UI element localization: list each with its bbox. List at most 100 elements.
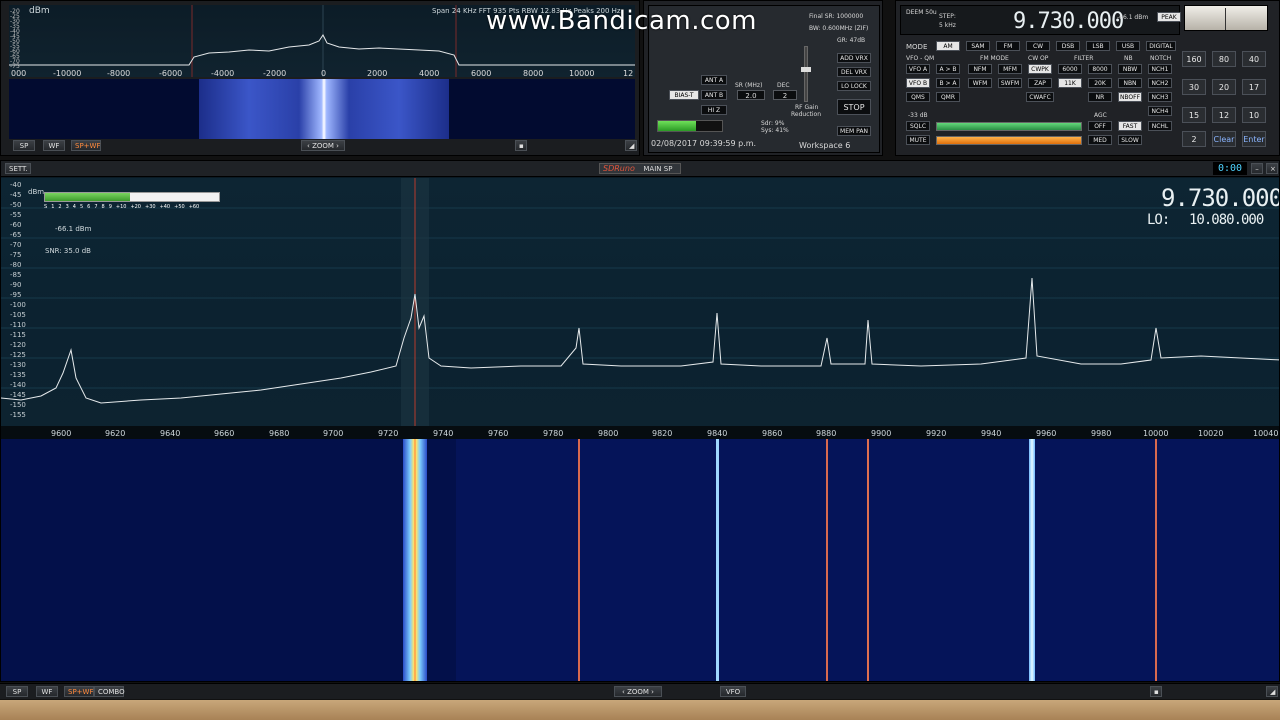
mfm-button[interactable]: MFM — [998, 64, 1022, 74]
mem-pan-button[interactable]: MEM PAN — [837, 126, 871, 136]
vfo-a-button[interactable]: VFO A — [906, 64, 930, 74]
main-zoom-control[interactable]: ‹ ZOOM › — [614, 686, 662, 697]
nfm-button[interactable]: NFM — [968, 64, 992, 74]
aux-resize-icon[interactable]: ◢ — [625, 140, 637, 151]
rx-frequency-display[interactable]: DEEM 50u STEP: 5 kHz 9.730.000 -66.1 dBm… — [900, 5, 1181, 35]
band-20-button[interactable]: 20 — [1212, 79, 1236, 95]
stop-button[interactable]: STOP — [837, 99, 871, 115]
bias-t-button[interactable]: BIAS-T — [669, 90, 699, 100]
dec-select[interactable]: 2 — [773, 90, 797, 100]
nboff-button[interactable]: NBOFF — [1118, 92, 1142, 102]
band-30-button[interactable]: 30 — [1182, 79, 1206, 95]
rf-gain-handle[interactable] — [801, 67, 811, 72]
agc-med-button[interactable]: MED — [1088, 135, 1112, 145]
vfo-button[interactable]: VFO — [720, 686, 746, 697]
agc-slow-button[interactable]: SLOW — [1118, 135, 1142, 145]
band-12-button[interactable]: 12 — [1212, 107, 1236, 123]
mode-lsb-button[interactable]: LSB — [1086, 41, 1110, 51]
add-vrx-button[interactable]: ADD VRX — [837, 53, 871, 63]
agc-fast-button[interactable]: FAST — [1118, 121, 1142, 131]
mode-digital-button[interactable]: DIGITAL — [1146, 41, 1176, 51]
band-160-button[interactable]: 160 — [1182, 51, 1206, 67]
band-40-button[interactable]: 40 — [1242, 51, 1266, 67]
zap-button[interactable]: ZAP — [1028, 78, 1052, 88]
swfm-button[interactable]: SWFM — [998, 78, 1022, 88]
aux-spwf-button[interactable]: SP+WF — [71, 140, 101, 151]
squelch-slider[interactable] — [936, 122, 1082, 131]
nch1-button[interactable]: NCH1 — [1148, 64, 1172, 74]
mute-button[interactable]: MUTE — [906, 135, 930, 145]
mode-sam-button[interactable]: SAM — [966, 41, 990, 51]
nbn-button[interactable]: NBN — [1118, 78, 1142, 88]
agc-label: AGC — [1094, 112, 1107, 119]
ant-b-button[interactable]: ANT B — [701, 90, 727, 100]
aux-zoom-control[interactable]: ‹ ZOOM › — [301, 140, 345, 151]
mode-dsb-button[interactable]: DSB — [1056, 41, 1080, 51]
a-to-b-button[interactable]: A > B — [936, 64, 960, 74]
mode-fm-button[interactable]: FM — [996, 41, 1020, 51]
rf-gain-label: RF Gain — [795, 104, 819, 111]
nbw-button[interactable]: NBW — [1118, 64, 1142, 74]
qmr-button[interactable]: QMR — [936, 92, 960, 102]
volume-slider[interactable] — [936, 136, 1082, 145]
aux-marker-icon[interactable]: ▪ — [515, 140, 527, 151]
b-to-a-button[interactable]: B > A — [936, 78, 960, 88]
lo-frequency[interactable]: 10.080.000 — [1189, 212, 1264, 228]
nchl-button[interactable]: NCHL — [1148, 121, 1172, 131]
cwafc-button[interactable]: CWAFC — [1026, 92, 1054, 102]
filter-20k-button[interactable]: 20K — [1088, 78, 1112, 88]
main-sp-button[interactable]: SP — [6, 686, 28, 697]
rf-gain-slider[interactable] — [801, 46, 811, 102]
settings-button[interactable]: SETT. — [5, 163, 31, 174]
main-spwf-button[interactable]: SP+WF — [64, 686, 94, 697]
clear-button[interactable]: Clear — [1212, 131, 1236, 147]
nr-button[interactable]: NR — [1088, 92, 1112, 102]
sr-select[interactable]: 2.0 — [737, 90, 765, 100]
enter-button[interactable]: Enter — [1242, 131, 1266, 147]
main-waterfall[interactable] — [1, 439, 1279, 681]
gain-reduction-label: GR: 47dB — [837, 37, 866, 44]
aux-waterfall[interactable] — [9, 79, 635, 139]
main-spectrum[interactable]: dBm -40 -45 -50 -55 -60 -65 -70 -75 -80 -85 -90 -95… — [1, 178, 1279, 428]
nch4-button[interactable]: NCH4 — [1148, 106, 1172, 116]
marker-icon[interactable]: ▪ — [1150, 686, 1162, 697]
sqlc-button[interactable]: SQLC — [906, 121, 930, 131]
rx-frequency[interactable]: 9.730.000 — [1013, 9, 1124, 34]
del-vrx-button[interactable]: DEL VRX — [837, 67, 871, 77]
peak-button[interactable]: PEAK — [1157, 12, 1181, 22]
filter-8000-button[interactable]: 8000 — [1088, 64, 1112, 74]
aux-unit-label: dBm — [29, 6, 50, 16]
desktop-background — [0, 700, 1280, 720]
cwpk-button[interactable]: CWPK — [1028, 64, 1052, 74]
lo-lock-button[interactable]: LO LOCK — [837, 81, 871, 91]
nch2-button[interactable]: NCH2 — [1148, 78, 1172, 88]
aux-sp-button[interactable]: SP — [13, 140, 35, 151]
aux-wf-button[interactable]: WF — [43, 140, 65, 151]
band-10-button[interactable]: 10 — [1242, 107, 1266, 123]
mode-cw-button[interactable]: CW — [1026, 41, 1050, 51]
hi-z-button[interactable]: HI Z — [701, 105, 727, 115]
main-combo-button[interactable]: COMBO — [94, 686, 125, 697]
main-frequency[interactable]: 9.730.000 — [1161, 184, 1279, 212]
band-2-button[interactable]: 2 — [1182, 131, 1206, 147]
band-80-button[interactable]: 80 — [1212, 51, 1236, 67]
filter-11k-button[interactable]: 11K — [1058, 78, 1082, 88]
waterfall-carrier-9895 — [867, 439, 869, 681]
wfm-button[interactable]: WFM — [968, 78, 992, 88]
resize-icon[interactable]: ◢ — [1266, 686, 1278, 697]
ant-a-button[interactable]: ANT A — [701, 75, 727, 85]
close-icon[interactable]: × — [1266, 163, 1278, 174]
nch3-button[interactable]: NCH3 — [1148, 92, 1172, 102]
minimize-icon[interactable]: – — [1251, 163, 1263, 174]
main-wf-button[interactable]: WF — [36, 686, 58, 697]
mode-am-button[interactable]: AM — [936, 41, 960, 51]
aux-db-scale: -20 -25 -30 -35 -40 -45 -50 -55 -60 -65 -70 -75 — [10, 8, 20, 70]
band-17-button[interactable]: 17 — [1242, 79, 1266, 95]
agc-off-button[interactable]: OFF — [1088, 121, 1112, 131]
qms-button[interactable]: QMS — [906, 92, 930, 102]
mode-usb-button[interactable]: USB — [1116, 41, 1140, 51]
band-15-button[interactable]: 15 — [1182, 107, 1206, 123]
vfo-b-button[interactable]: VFO B — [906, 78, 930, 88]
filter-6000-button[interactable]: 6000 — [1058, 64, 1082, 74]
step-value[interactable]: 5 kHz — [939, 22, 956, 29]
